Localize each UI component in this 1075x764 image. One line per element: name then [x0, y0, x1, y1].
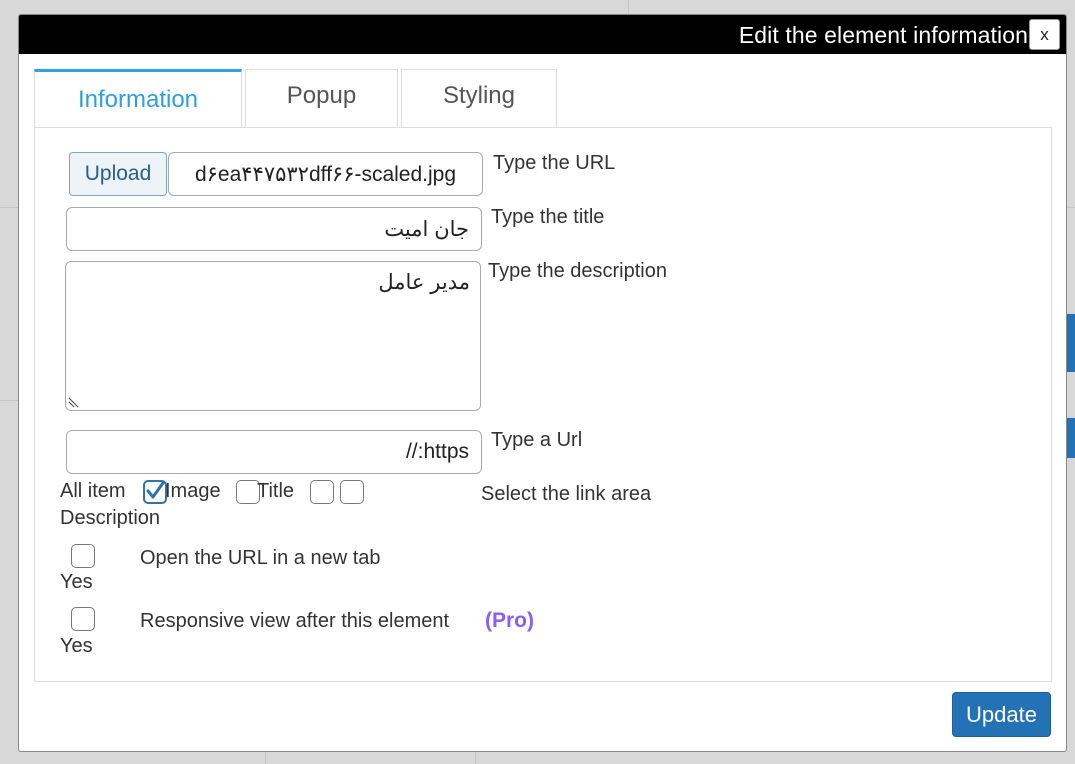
update-button[interactable]: Update: [952, 692, 1051, 737]
resize-grip-icon[interactable]: [68, 396, 80, 408]
edit-element-modal: Edit the element information x Informati…: [18, 14, 1067, 752]
background-divider: [265, 752, 266, 764]
link-area-description-checkbox[interactable]: [310, 480, 334, 504]
pro-badge[interactable]: (Pro): [485, 609, 534, 633]
link-area-option-title: Title: [257, 480, 295, 502]
new-tab-yes-label: Yes: [60, 571, 93, 593]
information-panel: Upload Type the URL Type the title Type …: [34, 127, 1052, 682]
link-area-option-all-item: All item: [60, 480, 126, 502]
close-button[interactable]: x: [1029, 19, 1060, 50]
responsive-yes-label: Yes: [60, 635, 93, 657]
background-divider: [0, 207, 18, 208]
tab-information[interactable]: Information: [34, 69, 242, 129]
background-button-fragment: [1067, 314, 1075, 372]
title-label: Type the title: [491, 206, 605, 228]
title-input[interactable]: [66, 207, 482, 251]
background-divider: [1067, 207, 1075, 208]
tab-styling[interactable]: Styling: [401, 69, 557, 127]
modal-title: Edit the element information: [738, 22, 1028, 48]
link-area-label: Select the link area: [481, 483, 652, 505]
tab-popup[interactable]: Popup: [245, 69, 398, 127]
description-textarea[interactable]: [65, 261, 481, 411]
background-divider: [0, 400, 18, 401]
link-url-input[interactable]: [66, 430, 482, 474]
image-url-label: Type the URL: [493, 152, 616, 174]
link-area-option-image: Image: [165, 480, 221, 502]
link-url-label: Type a Url: [491, 429, 583, 451]
upload-button[interactable]: Upload: [69, 152, 167, 196]
description-label: Type the description: [488, 260, 667, 282]
new-tab-checkbox[interactable]: [71, 544, 95, 568]
new-tab-label: Open the URL in a new tab: [140, 547, 381, 569]
background-divider: [475, 752, 476, 764]
link-area-option-description: Description: [60, 507, 161, 529]
link-area-extra-checkbox[interactable]: [340, 480, 364, 504]
background-button-fragment: [1067, 418, 1075, 458]
responsive-label: Responsive view after this element: [140, 610, 450, 632]
modal-header: Edit the element information x: [19, 15, 1066, 54]
image-url-input[interactable]: [168, 152, 483, 196]
background-divider: [628, 0, 629, 14]
responsive-checkbox[interactable]: [71, 607, 95, 631]
link-area-image-checkbox[interactable]: [143, 480, 167, 504]
